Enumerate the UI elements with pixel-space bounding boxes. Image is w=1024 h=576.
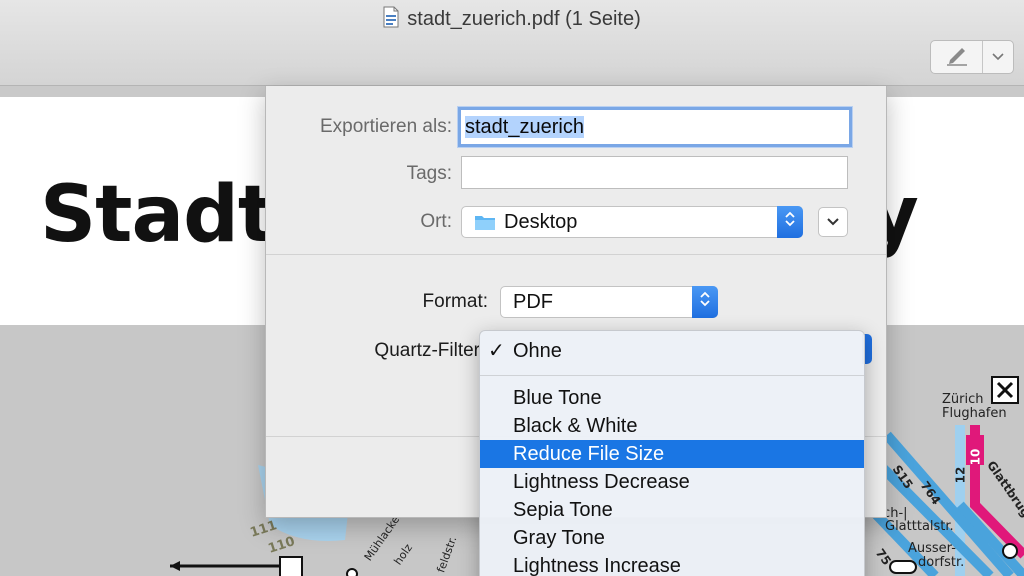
folder-icon bbox=[474, 213, 496, 231]
menu-item-label: Ohne bbox=[513, 340, 562, 362]
markup-toolbar-group bbox=[930, 40, 1014, 74]
menu-item-blue-tone[interactable]: Blue Tone bbox=[480, 384, 864, 412]
updown-arrows-icon bbox=[699, 289, 711, 315]
quartz-filter-label: Quartz-Filter bbox=[374, 340, 480, 361]
tags-field[interactable] bbox=[461, 156, 848, 189]
window-title-area: stadt_zuerich.pdf (1 Seite) bbox=[0, 6, 1024, 31]
tags-label: Tags: bbox=[406, 163, 452, 184]
map-label-dorfstr: dorfstr. bbox=[918, 555, 965, 570]
format-stepper bbox=[692, 286, 718, 318]
chevron-down-icon bbox=[826, 213, 840, 231]
quartz-filter-menu: ✓ Ohne Blue Tone Black & White Reduce Fi… bbox=[479, 330, 865, 576]
markup-button[interactable] bbox=[931, 41, 983, 73]
pen-markup-icon bbox=[944, 44, 970, 71]
map-station-box bbox=[279, 556, 303, 576]
format-label: Format: bbox=[422, 291, 488, 312]
map-label-ausser: Ausser- bbox=[908, 541, 956, 556]
sheet-divider-top bbox=[266, 254, 886, 255]
menu-item-label: Reduce File Size bbox=[513, 443, 665, 465]
map-label-glatttalstr-b: Glatttalstr. bbox=[885, 519, 954, 534]
menu-item-label: Sepia Tone bbox=[513, 499, 613, 521]
location-label: Ort: bbox=[420, 211, 452, 232]
menu-item-label: Lightness Decrease bbox=[513, 471, 690, 493]
map-stop-glattbrugg bbox=[1002, 543, 1018, 559]
map-arrow-head bbox=[170, 561, 180, 571]
menu-item-label: Blue Tone bbox=[513, 387, 602, 409]
menu-item-black-white[interactable]: Black & White bbox=[480, 412, 864, 440]
expand-browser-button[interactable] bbox=[818, 207, 848, 237]
pdf-document-icon bbox=[383, 6, 399, 28]
map-label-12: 12 bbox=[953, 466, 968, 484]
export-as-label: Exportieren als: bbox=[319, 116, 452, 137]
location-value: Desktop bbox=[504, 210, 578, 233]
map-stop-muehlacker bbox=[346, 568, 358, 576]
menu-item-ohne[interactable]: ✓ Ohne bbox=[480, 337, 864, 365]
map-label-flughafen: Flughafen bbox=[942, 406, 1007, 421]
menu-item-label: Lightness Increase bbox=[513, 555, 681, 576]
menu-item-lightness-decrease[interactable]: Lightness Decrease bbox=[480, 468, 864, 496]
location-stepper bbox=[777, 206, 803, 238]
window-titlebar: stadt_zuerich.pdf (1 Seite) bbox=[0, 0, 1024, 86]
menu-item-label: Gray Tone bbox=[513, 527, 605, 549]
menu-separator bbox=[480, 375, 864, 376]
menu-item-sepia-tone[interactable]: Sepia Tone bbox=[480, 496, 864, 524]
map-label-10: 10 bbox=[968, 448, 983, 466]
markup-menu-button[interactable] bbox=[983, 41, 1013, 73]
menu-item-lightness-increase[interactable]: Lightness Increase bbox=[480, 552, 864, 576]
updown-arrows-icon bbox=[784, 209, 796, 235]
menu-item-label: Black & White bbox=[513, 415, 638, 437]
menu-item-gray-tone[interactable]: Gray Tone bbox=[480, 524, 864, 552]
window-title: stadt_zuerich.pdf (1 Seite) bbox=[407, 8, 641, 30]
map-label-zuerich: Zürich bbox=[942, 392, 984, 407]
format-value: PDF bbox=[513, 290, 553, 313]
map-stop-ausserdorf bbox=[889, 560, 917, 574]
export-as-value: stadt_zuerich bbox=[465, 116, 584, 138]
format-popup[interactable]: PDF bbox=[500, 286, 718, 318]
menu-item-reduce-file-size[interactable]: Reduce File Size bbox=[480, 440, 864, 468]
export-as-field[interactable]: stadt_zuerich bbox=[458, 107, 852, 147]
checkmark-icon: ✓ bbox=[488, 340, 505, 362]
location-popup[interactable]: Desktop bbox=[461, 206, 803, 238]
chevron-down-icon bbox=[992, 48, 1004, 66]
